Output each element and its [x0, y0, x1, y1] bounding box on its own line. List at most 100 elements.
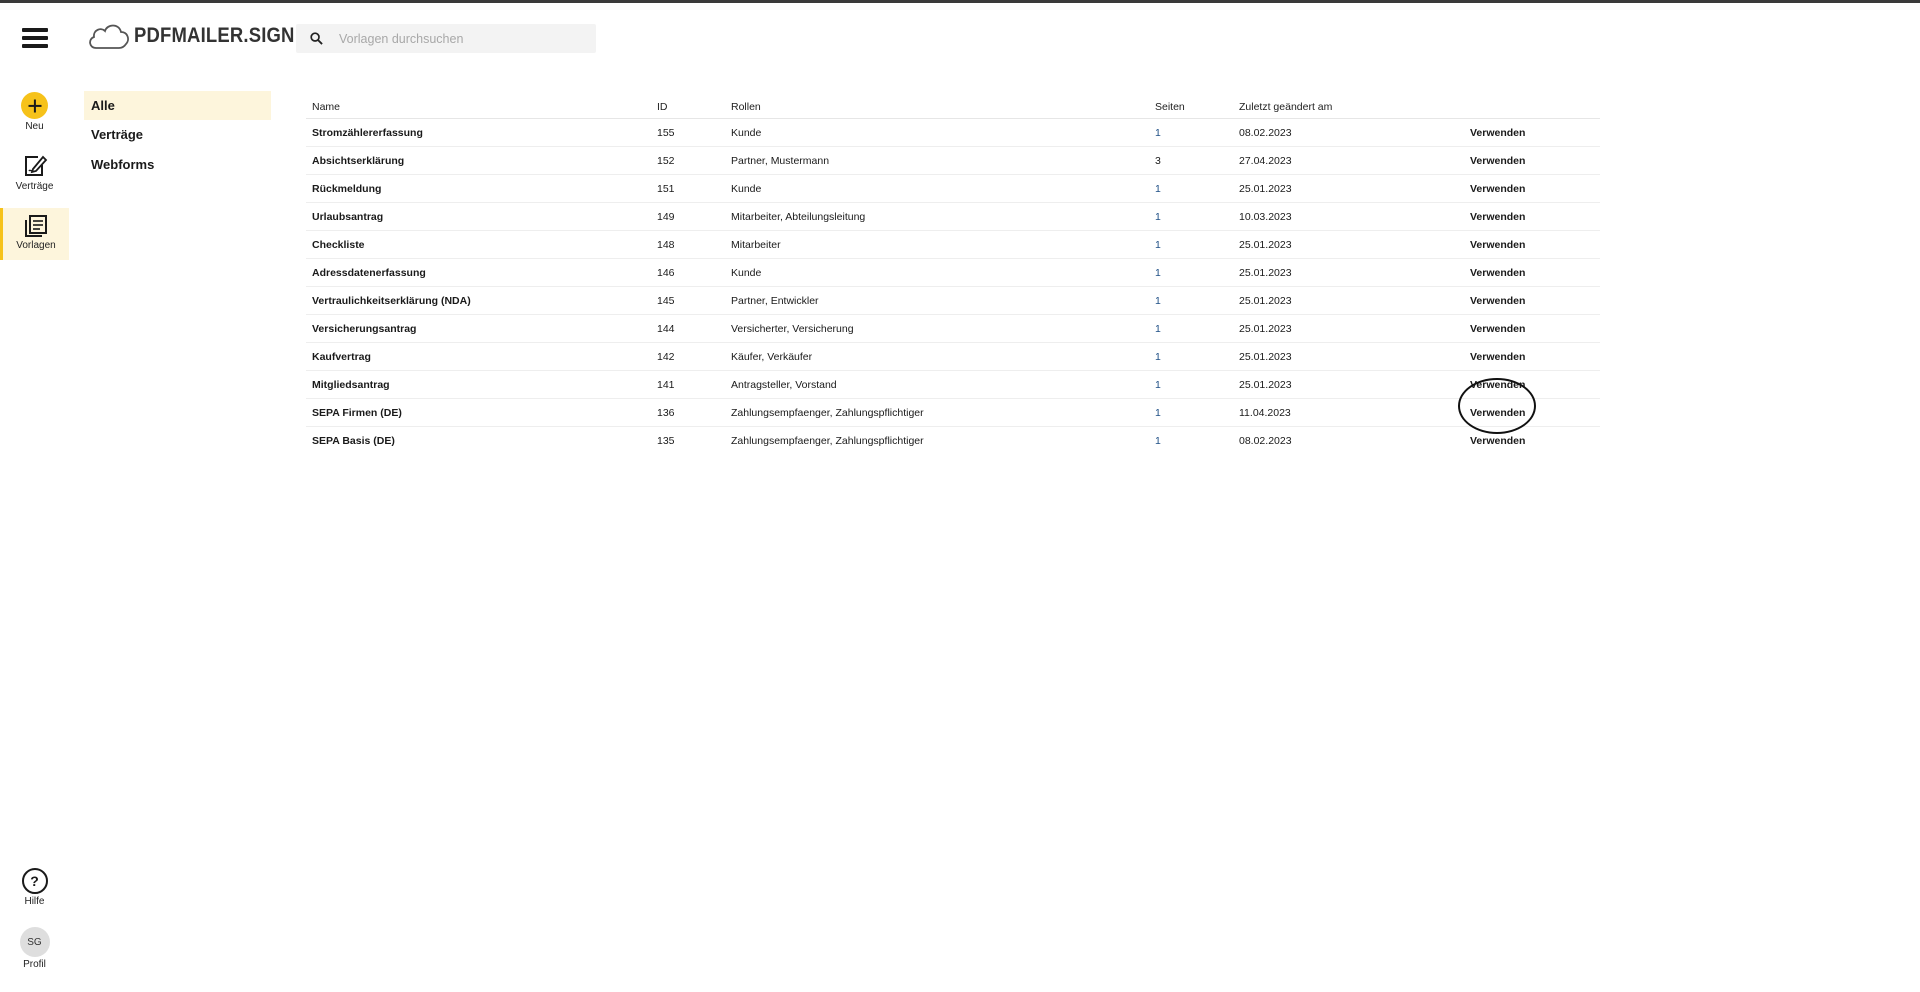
table-row[interactable]: Checkliste 148 Mitarbeiter 1 25.01.2023 … [306, 231, 1600, 259]
category-all[interactable]: Alle [84, 91, 271, 120]
row-name[interactable]: Kaufvertrag [312, 343, 371, 370]
row-modified: 11.04.2023 [1239, 406, 1291, 419]
category-webforms[interactable]: Webforms [84, 150, 271, 179]
row-pages: 1 [1155, 406, 1161, 419]
row-id: 149 [657, 210, 675, 223]
row-pages: 1 [1155, 378, 1161, 391]
row-roles: Mitarbeiter, Abteilungsleitung [731, 210, 866, 223]
use-template-button[interactable]: Verwenden [1470, 175, 1525, 202]
category-contracts[interactable]: Verträge [84, 120, 271, 149]
rail-profile-button[interactable]: SG Profil [0, 927, 69, 970]
row-id: 155 [657, 126, 675, 139]
templates-icon [25, 215, 47, 237]
column-header-pages[interactable]: Seiten [1155, 96, 1185, 118]
table-row[interactable]: SEPA Firmen (DE) 136 Zahlungsempfaenger,… [306, 399, 1600, 427]
row-id: 151 [657, 182, 675, 195]
table-row[interactable]: Adressdatenerfassung 146 Kunde 1 25.01.2… [306, 259, 1600, 287]
use-template-button[interactable]: Verwenden [1470, 371, 1525, 398]
use-template-button[interactable]: Verwenden [1470, 427, 1525, 454]
app-logo[interactable]: PDFMAILER.SIGN [86, 20, 316, 52]
rail-templates-button[interactable]: Vorlagen [0, 208, 69, 260]
column-header-modified[interactable]: Zuletzt geändert am [1239, 96, 1332, 118]
table-row[interactable]: Versicherungsantrag 144 Versicherter, Ve… [306, 315, 1600, 343]
row-pages: 1 [1155, 210, 1161, 223]
rail-contracts-button[interactable]: Verträge [0, 153, 69, 192]
templates-table: Name ID Rollen Seiten Zuletzt geändert a… [306, 96, 1600, 454]
column-header-name[interactable]: Name [312, 96, 340, 118]
rail-help-label: Hilfe [24, 896, 45, 907]
table-header: Name ID Rollen Seiten Zuletzt geändert a… [306, 96, 1600, 119]
table-row[interactable]: SEPA Basis (DE) 135 Zahlungsempfaenger, … [306, 427, 1600, 454]
table-row[interactable]: Urlaubsantrag 149 Mitarbeiter, Abteilung… [306, 203, 1600, 231]
row-roles: Kunde [731, 266, 762, 279]
row-name[interactable]: Checkliste [312, 231, 365, 258]
use-template-button[interactable]: Verwenden [1470, 119, 1525, 146]
row-name[interactable]: Stromzählererfassung [312, 119, 423, 146]
row-pages: 1 [1155, 126, 1161, 139]
search-bar[interactable] [296, 24, 596, 53]
row-name[interactable]: Versicherungsantrag [312, 315, 416, 342]
rail-contracts-label: Verträge [15, 181, 54, 192]
row-pages: 1 [1155, 182, 1161, 195]
column-header-roles[interactable]: Rollen [731, 96, 761, 118]
contract-edit-icon [24, 155, 47, 176]
row-roles: Versicherter, Versicherung [731, 322, 854, 335]
row-name[interactable]: Vertraulichkeitserklärung (NDA) [312, 287, 471, 314]
table-row[interactable]: Vertraulichkeitserklärung (NDA) 145 Part… [306, 287, 1600, 315]
help-icon: ? [21, 868, 48, 894]
row-roles: Käufer, Verkäufer [731, 350, 813, 363]
avatar: SG [19, 927, 50, 957]
menu-icon[interactable] [22, 27, 48, 49]
use-template-button[interactable]: Verwenden [1470, 399, 1525, 426]
row-id: 136 [657, 406, 675, 419]
row-pages: 1 [1155, 294, 1161, 307]
row-modified: 25.01.2023 [1239, 378, 1292, 391]
row-id: 152 [657, 154, 675, 167]
row-roles: Mitarbeiter [731, 238, 781, 251]
row-name[interactable]: SEPA Basis (DE) [312, 427, 395, 454]
use-template-button[interactable]: Verwenden [1470, 259, 1525, 286]
table-row[interactable]: Absichtserklärung 152 Partner, Musterman… [306, 147, 1600, 175]
row-pages: 1 [1155, 238, 1161, 251]
row-modified: 27.04.2023 [1239, 154, 1292, 167]
use-template-button[interactable]: Verwenden [1470, 147, 1525, 174]
table-row[interactable]: Mitgliedsantrag 141 Antragsteller, Vorst… [306, 371, 1600, 399]
use-template-button[interactable]: Verwenden [1470, 343, 1525, 370]
rail-templates-label: Vorlagen [16, 240, 56, 251]
table-row[interactable]: Rückmeldung 151 Kunde 1 25.01.2023 Verwe… [306, 175, 1600, 203]
row-name[interactable]: SEPA Firmen (DE) [312, 399, 402, 426]
row-modified: 25.01.2023 [1239, 266, 1292, 279]
row-modified: 08.02.2023 [1239, 434, 1292, 447]
row-id: 142 [657, 350, 675, 363]
row-id: 148 [657, 238, 675, 251]
row-roles: Kunde [731, 182, 762, 195]
rail-new-label: Neu [25, 121, 44, 132]
top-border [0, 0, 1920, 3]
plus-icon [21, 92, 48, 119]
row-name[interactable]: Mitgliedsantrag [312, 371, 390, 398]
use-template-button[interactable]: Verwenden [1470, 287, 1525, 314]
row-name[interactable]: Absichtserklärung [312, 147, 404, 174]
use-template-button[interactable]: Verwenden [1470, 231, 1525, 258]
row-pages: 1 [1155, 266, 1161, 279]
row-modified: 10.03.2023 [1239, 210, 1292, 223]
row-pages: 1 [1155, 350, 1161, 363]
row-modified: 25.01.2023 [1239, 182, 1292, 195]
row-id: 146 [657, 266, 675, 279]
table-row[interactable]: Kaufvertrag 142 Käufer, Verkäufer 1 25.0… [306, 343, 1600, 371]
row-pages: 3 [1155, 154, 1161, 167]
row-roles: Partner, Entwickler [731, 294, 819, 307]
row-name[interactable]: Adressdatenerfassung [312, 259, 426, 286]
row-id: 141 [657, 378, 675, 391]
rail-help-button[interactable]: ? Hilfe [0, 868, 69, 907]
row-name[interactable]: Rückmeldung [312, 175, 381, 202]
use-template-button[interactable]: Verwenden [1470, 315, 1525, 342]
column-header-id[interactable]: ID [657, 96, 668, 118]
table-row[interactable]: Stromzählererfassung 155 Kunde 1 08.02.2… [306, 119, 1600, 147]
row-roles: Zahlungsempfaenger, Zahlungspflichtiger [731, 434, 924, 447]
logo-text: PDFMAILER.SIGN [134, 24, 295, 47]
search-input[interactable] [337, 30, 591, 47]
use-template-button[interactable]: Verwenden [1470, 203, 1525, 230]
row-name[interactable]: Urlaubsantrag [312, 203, 383, 230]
rail-new-button[interactable]: Neu [0, 92, 69, 132]
